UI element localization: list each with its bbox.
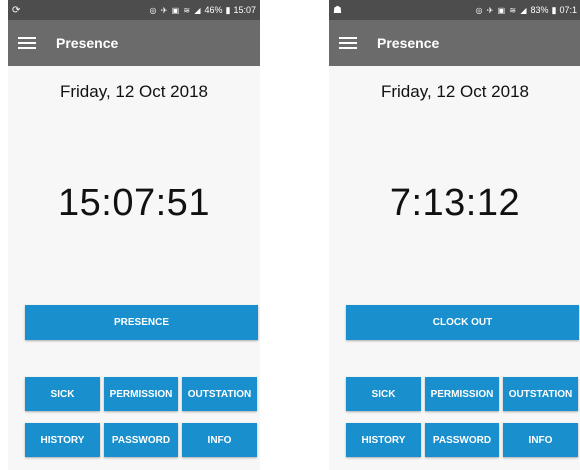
battery-icon: ▮: [551, 4, 557, 15]
app-title: Presence: [377, 35, 440, 51]
hamburger-menu-icon[interactable]: [18, 34, 36, 52]
app-bar: Presence: [329, 20, 580, 66]
sync-icon: ⟳: [12, 4, 21, 16]
status-bar: ⟳ ◎ ✈ ▣ ≋ ◢ 46% ▮ 15:07: [8, 0, 260, 20]
permission-button[interactable]: PERMISSION: [104, 377, 178, 411]
sick-button[interactable]: SICK: [346, 377, 421, 411]
password-button[interactable]: PASSWORD: [425, 423, 499, 457]
outstation-button[interactable]: OUTSTATION: [182, 377, 257, 411]
status-time: 15:07: [233, 5, 256, 15]
battery-percent: 83%: [530, 5, 549, 15]
phone-screen-right: ☗ ◎ ✈ ▣ ≋ ◢ 83% ▮ 07:1 Presence Friday, …: [329, 0, 580, 470]
status-right: ◎ ✈ ▣ ≋ ◢ 46% ▮ 15:07: [150, 5, 257, 16]
clock-time: 15:07:51: [58, 182, 210, 224]
status-bar: ☗ ◎ ✈ ▣ ≋ ◢ 83% ▮ 07:1: [329, 0, 580, 20]
info-button[interactable]: INFO: [503, 423, 578, 457]
password-button[interactable]: PASSWORD: [104, 423, 178, 457]
sick-button[interactable]: SICK: [25, 377, 100, 411]
status-right: ◎ ✈ ▣ ≋ ◢ 83% ▮ 07:1: [476, 5, 578, 16]
clock-out-button[interactable]: CLOCK OUT: [346, 305, 579, 340]
history-button[interactable]: HISTORY: [346, 423, 421, 457]
android-icon: ☗: [333, 4, 342, 16]
hamburger-menu-icon[interactable]: [339, 34, 357, 52]
status-time: 07:1: [559, 5, 577, 15]
battery-icon: ▮: [225, 4, 231, 15]
app-bar: Presence: [8, 20, 260, 66]
phone-screen-left: ⟳ ◎ ✈ ▣ ≋ ◢ 46% ▮ 15:07 Presence Friday,…: [8, 0, 260, 470]
status-icons: ◎ ✈ ▣ ≋ ◢: [149, 5, 202, 15]
date-label: Friday, 12 Oct 2018: [59, 82, 209, 101]
info-button[interactable]: INFO: [182, 423, 257, 457]
date-label: Friday, 12 Oct 2018: [380, 82, 530, 101]
clock-time: 7:13:12: [389, 182, 521, 224]
outstation-button[interactable]: OUTSTATION: [503, 377, 578, 411]
history-button[interactable]: HISTORY: [25, 423, 100, 457]
status-icons: ◎ ✈ ▣ ≋ ◢: [475, 5, 528, 15]
app-title: Presence: [56, 35, 119, 51]
presence-button[interactable]: PRESENCE: [25, 305, 258, 340]
permission-button[interactable]: PERMISSION: [425, 377, 499, 411]
battery-percent: 46%: [204, 5, 223, 15]
